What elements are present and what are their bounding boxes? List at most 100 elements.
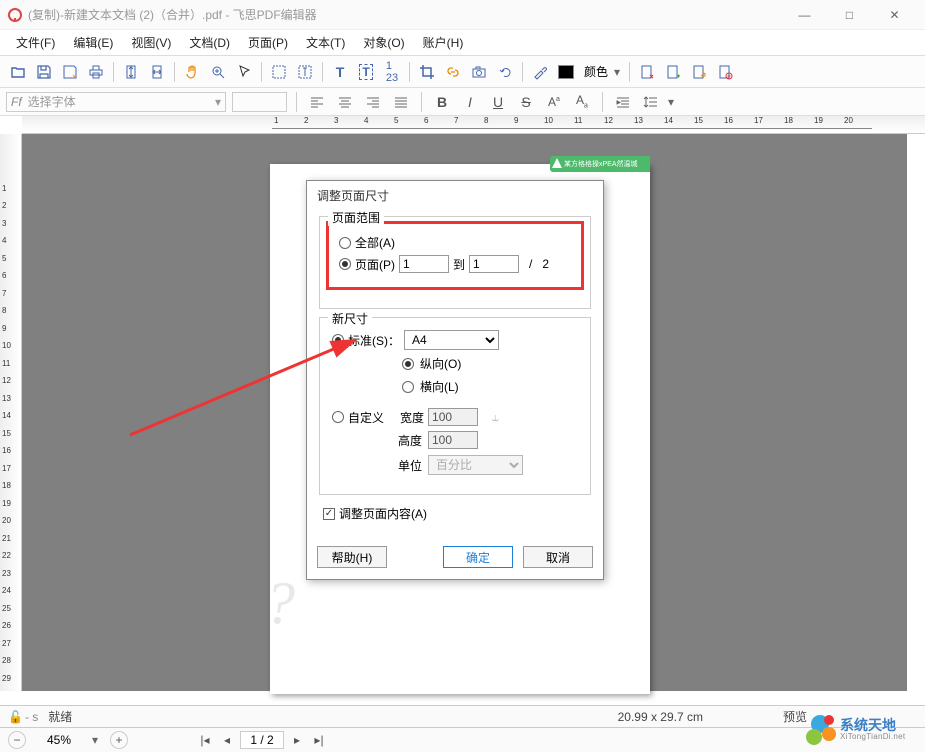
menu-bar: 文件(F) 编辑(E) 视图(V) 文档(D) 页面(P) 文本(T) 对象(O… [0, 30, 925, 56]
open-icon[interactable] [6, 60, 30, 84]
zoom-out-button[interactable]: − [8, 731, 26, 749]
menu-edit[interactable]: 编辑(E) [65, 30, 121, 55]
first-page-button[interactable]: |◂ [196, 733, 214, 747]
undo-icon[interactable] [493, 60, 517, 84]
bottom-bar: − 45% ▾ + |◂ ◂ ▸ ▸| [0, 727, 925, 752]
line-spacing-icon[interactable] [640, 92, 662, 112]
lock-icon: 🔓 [8, 710, 23, 724]
ruler-vertical: 1234567891011121314151617181920212223242… [0, 134, 22, 691]
next-page-button[interactable]: ▸ [288, 733, 306, 747]
underline-icon[interactable]: U [487, 92, 509, 112]
italic-icon[interactable]: I [459, 92, 481, 112]
page-delete-icon[interactable] [635, 60, 659, 84]
camera-icon[interactable] [467, 60, 491, 84]
fit-page-icon[interactable] [119, 60, 143, 84]
page-range-fieldset: 页面范围 全部(A) 页面(P) 到 / 2 [319, 216, 591, 309]
subscript-icon[interactable]: Aa [571, 92, 593, 112]
fit-width-icon[interactable] [145, 60, 169, 84]
new-size-fieldset: 新尺寸 标准(S)： A4 纵向(O) 横向(L) 自定义 宽度 ⥿ [319, 317, 591, 495]
color-dropdown-icon[interactable]: ▾ [614, 65, 624, 79]
edit-text-icon[interactable] [293, 60, 317, 84]
font-family-select[interactable]: 选择字体▾ [6, 92, 226, 112]
total-pages: 2 [542, 257, 549, 271]
watermark-en: XiTongTianDi.net [840, 733, 905, 742]
radio-landscape[interactable] [402, 381, 414, 393]
crop-icon[interactable] [415, 60, 439, 84]
ok-button[interactable]: 确定 [443, 546, 513, 568]
bold-icon[interactable]: B [431, 92, 453, 112]
indent-icon[interactable] [612, 92, 634, 112]
strikethrough-icon[interactable]: S [515, 92, 537, 112]
title-bar: (复制)-新建文本文档 (2)（合并）.pdf - 飞思PDF编辑器 — □ ✕ [0, 0, 925, 30]
maximize-button[interactable]: □ [827, 1, 872, 29]
width-input [428, 408, 478, 426]
unit-label: 单位 [386, 457, 422, 474]
text-icon[interactable]: T [328, 60, 352, 84]
close-button[interactable]: ✕ [872, 1, 917, 29]
menu-account[interactable]: 账户(H) [415, 30, 472, 55]
watermark-cn: 系统天地 [840, 718, 905, 733]
page-watermark: ? [265, 569, 295, 638]
link-icon[interactable] [441, 60, 465, 84]
page-to-input[interactable] [469, 255, 519, 273]
menu-text[interactable]: 文本(T) [298, 30, 353, 55]
new-size-legend: 新尺寸 [328, 310, 372, 327]
zoom-icon[interactable] [206, 60, 230, 84]
print-icon[interactable] [84, 60, 108, 84]
radio-pages[interactable] [339, 258, 351, 270]
radio-all[interactable] [339, 237, 351, 249]
pointer-icon[interactable] [232, 60, 256, 84]
align-justify-icon[interactable] [390, 92, 412, 112]
select-icon[interactable] [267, 60, 291, 84]
paper-size-select[interactable]: A4 [404, 330, 499, 350]
save-as-icon[interactable] [58, 60, 82, 84]
zoom-in-button[interactable]: + [110, 731, 128, 749]
page-export-icon[interactable] [687, 60, 711, 84]
radio-custom[interactable] [332, 411, 344, 423]
save-icon[interactable] [32, 60, 56, 84]
width-label: 宽度 [388, 409, 424, 426]
eyedropper-icon[interactable] [528, 60, 552, 84]
spacing-dropdown-icon[interactable]: ▾ [668, 95, 678, 109]
menu-file[interactable]: 文件(F) [8, 30, 63, 55]
page-remove-icon[interactable] [713, 60, 737, 84]
prev-page-button[interactable]: ◂ [218, 733, 236, 747]
align-right-icon[interactable] [362, 92, 384, 112]
minimize-button[interactable]: — [782, 1, 827, 29]
color-swatch-icon[interactable] [554, 60, 578, 84]
cancel-button[interactable]: 取消 [523, 546, 593, 568]
green-tab: 某方格格操xPEA然温城 [550, 156, 650, 172]
height-label: 高度 [386, 432, 422, 449]
font-placeholder: 选择字体 [28, 93, 76, 110]
help-button[interactable]: 帮助(H) [317, 546, 387, 568]
adjust-content-checkbox[interactable]: ✓ [323, 508, 335, 520]
text-spacing-icon[interactable]: 123 [380, 60, 404, 84]
menu-view[interactable]: 视图(V) [123, 30, 179, 55]
align-left-icon[interactable] [306, 92, 328, 112]
height-input [428, 431, 478, 449]
link-dims-icon[interactable]: ⥿ [492, 410, 499, 425]
page-number-input[interactable] [240, 731, 284, 749]
zoom-percent[interactable]: 45% [34, 733, 84, 747]
text-box-icon[interactable]: T [354, 60, 378, 84]
app-icon [8, 8, 22, 22]
menu-page[interactable]: 页面(P) [240, 30, 296, 55]
portrait-label: 纵向(O) [420, 355, 461, 372]
custom-label: 自定义 [348, 409, 384, 426]
font-size-select[interactable] [232, 92, 287, 112]
slash-label: / [529, 257, 532, 271]
superscript-icon[interactable]: Aa [543, 92, 565, 112]
status-bar: 🔓- s 就绪 20.99 x 29.7 cm 预览 [0, 705, 925, 727]
radio-standard[interactable] [332, 334, 344, 346]
dialog-title: 调整页面尺寸 [307, 181, 603, 210]
page-from-input[interactable] [399, 255, 449, 273]
last-page-button[interactable]: ▸| [310, 733, 328, 747]
menu-object[interactable]: 对象(O) [355, 30, 412, 55]
page-add-icon[interactable] [661, 60, 685, 84]
radio-portrait[interactable] [402, 358, 414, 370]
hand-icon[interactable] [180, 60, 204, 84]
zoom-dropdown-icon[interactable]: ▾ [92, 733, 102, 747]
status-preview[interactable]: 预览 [783, 708, 807, 725]
align-center-icon[interactable] [334, 92, 356, 112]
menu-docs[interactable]: 文档(D) [181, 30, 238, 55]
